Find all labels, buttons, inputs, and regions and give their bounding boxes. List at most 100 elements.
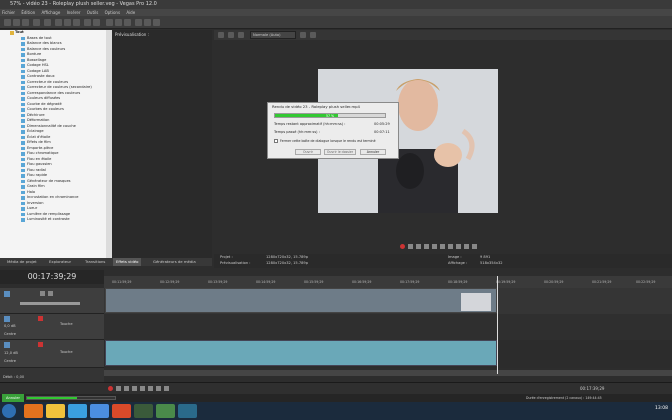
zoom-icon[interactable] [153,19,160,26]
go-end-icon[interactable] [164,386,169,391]
remaining-label: Temps restant approximatif (hh:mm:ss) : [274,122,346,126]
start-button-icon[interactable] [2,404,16,418]
lock-icon[interactable] [124,19,131,26]
firefox-icon[interactable] [24,404,43,418]
status-progress-fill [27,397,78,399]
cut-icon[interactable] [55,19,62,26]
tab-explorer[interactable]: Explorateur [46,258,74,266]
play-icon[interactable] [132,386,137,391]
overlay-icon[interactable] [238,32,244,38]
preview-panel [112,39,212,258]
image-value: 9 891 [480,255,491,259]
audio-clip[interactable] [105,340,497,366]
loop-icon[interactable] [116,386,121,391]
redo-icon[interactable] [93,19,100,26]
properties-icon[interactable] [33,19,40,26]
undo-icon[interactable] [84,19,91,26]
dock-tabs: Média de projet Explorateur Transitions … [0,258,212,266]
record-icon[interactable] [400,244,405,249]
render-icon[interactable] [44,19,51,26]
touch-mode[interactable]: Touche [60,322,73,326]
close-when-done-checkbox[interactable] [274,139,278,143]
preview-panel-title: Prévisualisation : [112,30,212,39]
app-icon[interactable] [134,404,153,418]
go-start-icon[interactable] [448,244,453,249]
playhead[interactable] [497,276,498,374]
stop-icon[interactable] [148,386,153,391]
open-button[interactable]: Ouvrir [295,149,321,155]
preview-settings-icon[interactable] [218,32,224,38]
arm-record-icon[interactable] [38,316,43,321]
menu-edit[interactable]: Édition [21,10,35,15]
solo-icon[interactable] [48,291,53,296]
tab-media-generators[interactable]: Générateurs de média [150,258,199,266]
open-icon[interactable] [13,19,20,26]
ruler-tick: 00:11:59;29 [112,280,132,284]
prev-frame-icon[interactable] [464,244,469,249]
paste-icon[interactable] [73,19,80,26]
level-slider[interactable] [20,302,80,305]
ruler-tick: 00:19:59;29 [496,280,516,284]
menu-tools[interactable]: Outils [87,10,99,15]
tab-transitions[interactable]: Transitions [82,258,108,266]
app-icon[interactable] [112,404,131,418]
record-icon[interactable] [108,386,113,391]
timeline-scrollbar[interactable] [104,370,672,376]
next-frame-icon[interactable] [472,244,477,249]
envelope-icon[interactable] [144,19,151,26]
copy-icon[interactable] [64,19,71,26]
stop-icon[interactable] [440,244,445,249]
status-cancel[interactable]: Annuler [2,394,24,402]
pause-icon[interactable] [432,244,437,249]
autoripple-icon[interactable] [115,19,122,26]
folder-icon[interactable] [46,404,65,418]
pause-icon[interactable] [140,386,145,391]
render-dialog-title: Rendu de vidéo 23 - Roleplay plush selle… [272,104,360,109]
mute-icon[interactable] [40,291,45,296]
tab-video-effects[interactable]: Effets vidéo [113,258,142,266]
vegas-icon[interactable] [156,404,175,418]
menu-insert[interactable]: Insérer [67,10,81,15]
audio-track-1-header: Touche 0,0 dB Centre [0,314,104,340]
cancel-button[interactable]: Annuler [360,149,386,155]
arm-record-icon[interactable] [38,342,43,347]
save-snapshot-icon[interactable] [310,32,316,38]
menu-options[interactable]: Options [105,10,120,15]
menu-view[interactable]: Affichage [41,10,60,15]
tab-project-media[interactable]: Média de projet [4,258,40,266]
cursor-icon[interactable] [135,19,142,26]
video-clip[interactable] [105,288,497,313]
loop-icon[interactable] [408,244,413,249]
remaining-value: 00:05:29 [374,122,390,126]
copy-snapshot-icon[interactable] [300,32,306,38]
preview-quality-select[interactable]: Normale (Auto) [250,31,296,39]
menu-help[interactable]: Aide [126,10,135,15]
play-icon[interactable] [416,244,421,249]
touch-mode[interactable]: Touche [60,350,73,354]
menu-bar: Fichier Édition Affichage Insérer Outils… [0,9,672,16]
tree-item[interactable]: Luminosité et contraste [0,217,112,223]
skype-icon[interactable] [68,404,87,418]
volume-label: 12,0 dB [4,351,18,355]
timeline-ruler[interactable]: 00:11:59;29 00:12:59;29 00:13:59;29 00:1… [104,276,672,288]
play-from-start-icon[interactable] [124,386,129,391]
video-track-header [0,288,104,314]
preview-value: 1280x720x32, 15.789p [266,261,308,265]
elapsed-label: Temps passé (hh:mm:ss) : [274,130,320,134]
split-screen-icon[interactable] [228,32,234,38]
open-folder-button[interactable]: Ouvrir le dossier [324,149,356,155]
preview-label: Prévisualisation : [220,261,251,265]
chrome-icon[interactable] [90,404,109,418]
new-icon[interactable] [4,19,11,26]
main-toolbar [0,16,672,29]
play-from-start-icon[interactable] [424,244,429,249]
go-start-icon[interactable] [156,386,161,391]
save-icon[interactable] [22,19,29,26]
image-label: Image : [448,255,462,259]
app-icon[interactable] [178,404,197,418]
rate-label: Débit : 0,00 [3,375,25,379]
go-end-icon[interactable] [456,244,461,249]
menu-file[interactable]: Fichier [2,10,15,15]
snap-icon[interactable] [106,19,113,26]
track-number-icon [4,342,10,348]
